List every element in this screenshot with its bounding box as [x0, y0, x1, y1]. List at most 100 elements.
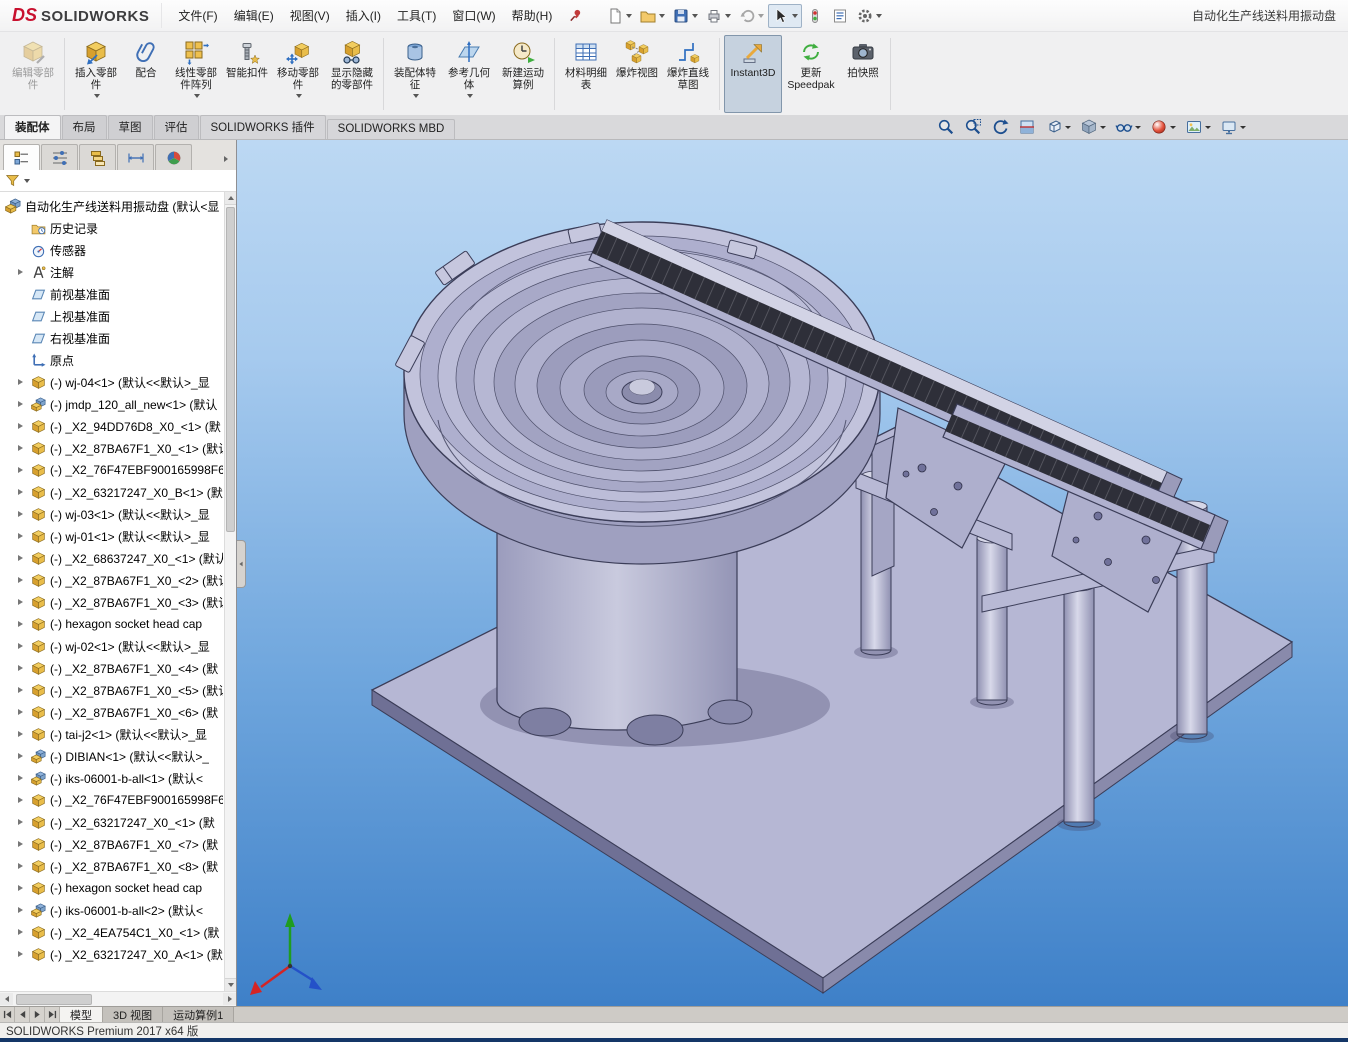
- expand-arrow-icon[interactable]: [18, 599, 23, 605]
- menu-tools[interactable]: 工具(T): [389, 1, 444, 30]
- tree-item-component[interactable]: (-) _X2_94DD76D8_X0_<1> (默: [0, 415, 236, 437]
- save-button[interactable]: [669, 4, 701, 28]
- tab-model[interactable]: 模型: [60, 1007, 103, 1022]
- new-document-button[interactable]: [603, 4, 635, 28]
- apply-scene-button[interactable]: [1183, 117, 1213, 137]
- expand-arrow-icon[interactable]: [18, 577, 23, 583]
- ribbon-button-assembly-features[interactable]: 装配体特征: [388, 35, 442, 113]
- tree-item-history[interactable]: 历史记录: [0, 217, 236, 239]
- file-properties-button[interactable]: [828, 4, 852, 28]
- scroll-down-button[interactable]: [225, 978, 236, 991]
- expand-arrow-icon[interactable]: [18, 643, 23, 649]
- tree-item-component[interactable]: (-) wj-03<1> (默认<<默认>_显: [0, 503, 236, 525]
- tab-sketch[interactable]: 草图: [108, 115, 153, 139]
- tree-item-top-plane[interactable]: 上视基准面: [0, 305, 236, 327]
- tab-layout[interactable]: 布局: [62, 115, 107, 139]
- expand-arrow-icon[interactable]: [18, 951, 23, 957]
- tree-item-component[interactable]: (-) _X2_87BA67F1_X0_<5> (默认: [0, 679, 236, 701]
- tree-item-front-plane[interactable]: 前视基准面: [0, 283, 236, 305]
- tab-featuremanager-design-tree[interactable]: [3, 144, 40, 170]
- vibratory-feeder-model[interactable]: [237, 140, 1348, 1006]
- expand-arrow-icon[interactable]: [18, 731, 23, 737]
- expand-arrow-icon[interactable]: [18, 269, 23, 275]
- tab-3d-views[interactable]: 3D 视图: [103, 1007, 163, 1022]
- mount-bracket-plate[interactable]: [872, 436, 894, 576]
- expand-arrow-icon[interactable]: [18, 797, 23, 803]
- zoom-fit-button[interactable]: [935, 117, 957, 137]
- expand-arrow-icon[interactable]: [18, 379, 23, 385]
- menu-edit[interactable]: 编辑(E): [226, 1, 282, 30]
- expand-arrow-icon[interactable]: [18, 423, 23, 429]
- tab-displaymanager[interactable]: [155, 144, 192, 170]
- expand-arrow-icon[interactable]: [18, 445, 23, 451]
- expand-arrow-icon[interactable]: [18, 929, 23, 935]
- tree-item-component[interactable]: (-) _X2_87BA67F1_X0_<8> (默: [0, 855, 236, 877]
- first-tab-button[interactable]: [0, 1007, 15, 1022]
- tree-item-right-plane[interactable]: 右视基准面: [0, 327, 236, 349]
- tree-item-component[interactable]: (-) iks-06001-b-all<1> (默认<: [0, 767, 236, 789]
- tree-item-component[interactable]: (-) _X2_87BA67F1_X0_<3> (默认: [0, 591, 236, 613]
- select-tool-button[interactable]: [768, 4, 802, 28]
- ribbon-button-exploded-view[interactable]: 爆炸视图: [613, 35, 661, 113]
- expand-arrow-icon[interactable]: [18, 511, 23, 517]
- tab-motion-study-1[interactable]: 运动算例1: [163, 1007, 234, 1022]
- expand-arrow-icon[interactable]: [18, 841, 23, 847]
- expand-arrow-icon[interactable]: [18, 687, 23, 693]
- tree-item-component[interactable]: (-) _X2_4EA754C1_X0_<1> (默: [0, 921, 236, 943]
- expand-arrow-icon[interactable]: [18, 533, 23, 539]
- scroll-right-button[interactable]: [223, 993, 236, 1005]
- edit-appearance-button[interactable]: [1148, 117, 1178, 137]
- expand-arrow-icon[interactable]: [18, 401, 23, 407]
- tree-item-assembly-root[interactable]: 自动化生产线送料用振动盘 (默认<显: [0, 195, 236, 217]
- ribbon-button-update-speedpak[interactable]: 更新Speedpak: [782, 35, 840, 113]
- section-view-button[interactable]: [1016, 117, 1038, 137]
- expand-arrow-icon[interactable]: [18, 489, 23, 495]
- expand-arrow-icon[interactable]: [18, 819, 23, 825]
- tree-item-component[interactable]: (-) _X2_63217247_X0_<1> (默: [0, 811, 236, 833]
- tab-solidworks-mbd[interactable]: SOLIDWORKS MBD: [327, 119, 456, 139]
- view-settings-button[interactable]: [1218, 117, 1248, 137]
- expand-arrow-icon[interactable]: [18, 467, 23, 473]
- scrollbar-thumb[interactable]: [16, 994, 92, 1005]
- graphics-viewport[interactable]: [237, 140, 1348, 1006]
- tree-item-component[interactable]: (-) _X2_87BA67F1_X0_<2> (默认: [0, 569, 236, 591]
- previous-view-button[interactable]: [989, 117, 1011, 137]
- rebuild-button[interactable]: [803, 4, 827, 28]
- scroll-up-button[interactable]: [225, 192, 236, 205]
- ribbon-button-mate[interactable]: 配合: [123, 35, 169, 113]
- expand-arrow-icon[interactable]: [18, 555, 23, 561]
- expand-arrow-icon[interactable]: [18, 863, 23, 869]
- open-button[interactable]: [636, 4, 668, 28]
- tree-item-component[interactable]: (-) _X2_63217247_X0_B<1> (默: [0, 481, 236, 503]
- tree-item-component[interactable]: (-) wj-01<1> (默认<<默认>_显: [0, 525, 236, 547]
- next-tab-button[interactable]: [30, 1007, 45, 1022]
- print-button[interactable]: [702, 4, 734, 28]
- expand-arrow-icon[interactable]: [18, 753, 23, 759]
- previous-tab-button[interactable]: [15, 1007, 30, 1022]
- menu-help[interactable]: 帮助(H): [504, 1, 561, 30]
- tab-evaluate[interactable]: 评估: [154, 115, 199, 139]
- tree-item-component[interactable]: (-) _X2_87BA67F1_X0_<4> (默: [0, 657, 236, 679]
- expand-arrow-icon[interactable]: [18, 665, 23, 671]
- tree-item-component[interactable]: (-) wj-02<1> (默认<<默认>_显: [0, 635, 236, 657]
- undo-button[interactable]: [735, 4, 767, 28]
- tree-filter-bar[interactable]: [0, 170, 236, 192]
- pin-menu-icon[interactable]: [568, 8, 583, 23]
- tree-item-component[interactable]: (-) _X2_87BA67F1_X0_<1> (默认: [0, 437, 236, 459]
- tree-item-sensors[interactable]: 传感器: [0, 239, 236, 261]
- panel-expand-chevron[interactable]: [218, 148, 234, 170]
- tree-item-component[interactable]: (-) hexagon socket head cap: [0, 877, 236, 899]
- expand-arrow-icon[interactable]: [18, 621, 23, 627]
- tree-item-component[interactable]: (-) _X2_63217247_X0_A<1> (默: [0, 943, 236, 965]
- ribbon-button-linear-pattern[interactable]: 线性零部件阵列: [169, 35, 223, 113]
- tree-item-component[interactable]: (-) DIBIAN<1> (默认<<默认>_: [0, 745, 236, 767]
- tree-item-component[interactable]: (-) tai-j2<1> (默认<<默认>_显: [0, 723, 236, 745]
- scrollbar-thumb[interactable]: [226, 207, 235, 532]
- tree-item-component[interactable]: (-) _X2_76F47EBF900165998F6: [0, 459, 236, 481]
- tab-assembly[interactable]: 装配体: [4, 115, 61, 139]
- ribbon-button-explode-line-sketch[interactable]: 爆炸直线草图: [661, 35, 715, 113]
- hide-show-items-button[interactable]: [1113, 117, 1143, 137]
- ribbon-button-instant3d[interactable]: Instant3D: [724, 35, 782, 113]
- ribbon-button-reference-geometry[interactable]: 参考几何体: [442, 35, 496, 113]
- tab-solidworks-addins[interactable]: SOLIDWORKS 插件: [200, 115, 326, 139]
